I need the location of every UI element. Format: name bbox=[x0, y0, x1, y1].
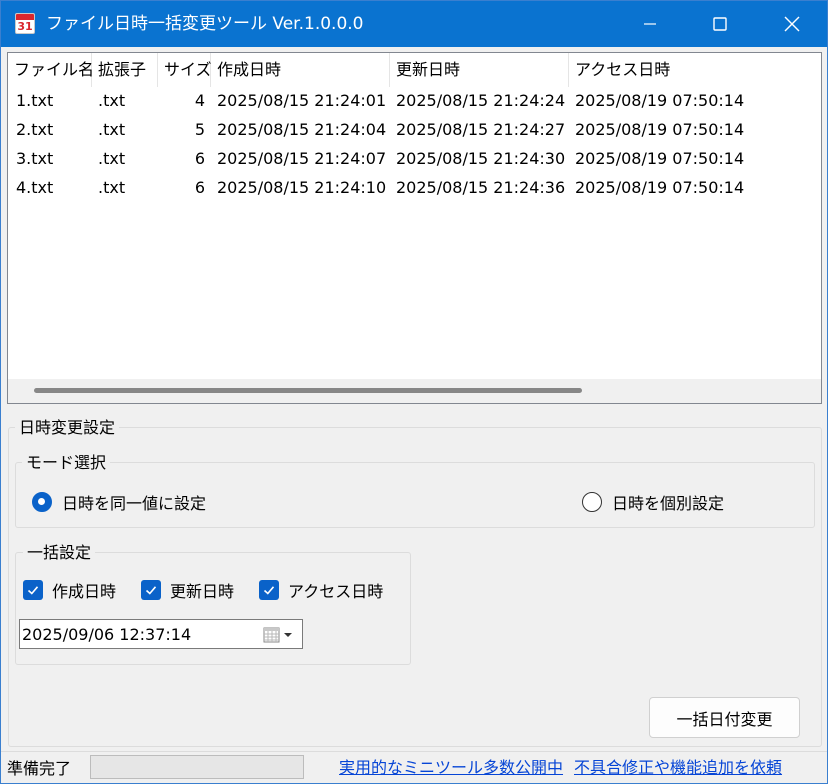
checkbox-created-label: 作成日時 bbox=[52, 582, 117, 601]
cell-accessed: 2025/08/19 07:50:14 bbox=[575, 91, 745, 110]
checkmark-icon bbox=[259, 580, 279, 600]
cell-modified: 2025/08/15 21:24:24 bbox=[396, 91, 566, 110]
table-row[interactable]: 1.txt .txt 4 2025/08/15 21:24:01 2025/08… bbox=[8, 86, 821, 115]
cell-name: 1.txt bbox=[16, 91, 54, 110]
radio-selected-icon bbox=[32, 492, 52, 512]
cell-created: 2025/08/15 21:24:04 bbox=[217, 120, 387, 139]
cell-accessed: 2025/08/19 07:50:14 bbox=[575, 149, 745, 168]
cell-created: 2025/08/15 21:24:10 bbox=[217, 178, 387, 197]
status-text: 準備完了 bbox=[7, 759, 72, 778]
maximize-button[interactable] bbox=[685, 1, 755, 47]
link-mini-tools[interactable]: 実用的なミニツール多数公開中 bbox=[339, 758, 563, 778]
close-button[interactable] bbox=[757, 1, 827, 47]
cell-accessed: 2025/08/19 07:50:14 bbox=[575, 178, 745, 197]
scrollbar-thumb[interactable] bbox=[34, 388, 582, 393]
progress-bar bbox=[90, 755, 304, 779]
datetime-value: 2025/09/06 12:37:14 bbox=[22, 625, 192, 644]
cell-modified: 2025/08/15 21:24:30 bbox=[396, 149, 566, 168]
table-row[interactable]: 4.txt .txt 6 2025/08/15 21:24:10 2025/08… bbox=[8, 173, 821, 202]
table-row[interactable]: 2.txt .txt 5 2025/08/15 21:24:04 2025/08… bbox=[8, 115, 821, 144]
minimize-icon bbox=[644, 23, 656, 25]
checkbox-modified-label: 更新日時 bbox=[170, 582, 235, 601]
radio-individual[interactable]: 日時を個別設定 bbox=[582, 490, 724, 514]
cell-size: 6 bbox=[194, 149, 205, 168]
calendar-grid-icon bbox=[263, 627, 280, 643]
cell-name: 2.txt bbox=[16, 120, 54, 139]
app-window: 31 ファイル日時一括変更ツール Ver.1.0.0.0 ファイル名 拡張子 サ… bbox=[0, 0, 828, 784]
cell-modified: 2025/08/15 21:24:36 bbox=[396, 178, 566, 197]
radio-same-value-label: 日時を同一値に設定 bbox=[62, 494, 207, 513]
mode-group-title: モード選択 bbox=[22, 453, 111, 473]
cell-ext: .txt bbox=[98, 120, 126, 139]
column-header-modified[interactable]: 更新日時 bbox=[390, 53, 569, 87]
checkmark-icon bbox=[23, 580, 43, 600]
datetime-settings-title: 日時変更設定 bbox=[15, 418, 120, 438]
cell-size: 6 bbox=[194, 178, 205, 197]
link-request-fix[interactable]: 不具合修正や機能追加を依頼 bbox=[574, 758, 782, 778]
cell-name: 3.txt bbox=[16, 149, 54, 168]
calendar-icon-number: 31 bbox=[17, 20, 33, 33]
cell-size: 4 bbox=[194, 91, 205, 110]
calendar-icon: 31 bbox=[15, 13, 35, 34]
column-header-ext[interactable]: 拡張子 bbox=[92, 53, 158, 87]
column-header-accessed[interactable]: アクセス日時 bbox=[569, 53, 749, 87]
bulk-change-button[interactable]: 一括日付変更 bbox=[649, 697, 800, 738]
cell-ext: .txt bbox=[98, 178, 126, 197]
cell-name: 4.txt bbox=[16, 178, 54, 197]
window-title: ファイル日時一括変更ツール Ver.1.0.0.0 bbox=[46, 14, 364, 34]
horizontal-scrollbar[interactable] bbox=[8, 379, 821, 403]
cell-modified: 2025/08/15 21:24:27 bbox=[396, 120, 566, 139]
cell-ext: .txt bbox=[98, 149, 126, 168]
cell-created: 2025/08/15 21:24:07 bbox=[217, 149, 387, 168]
checkbox-accessed[interactable]: アクセス日時 bbox=[259, 578, 383, 602]
checkbox-accessed-label: アクセス日時 bbox=[288, 582, 384, 601]
cell-created: 2025/08/15 21:24:01 bbox=[217, 91, 387, 110]
radio-same-value[interactable]: 日時を同一値に設定 bbox=[32, 490, 206, 514]
cell-ext: .txt bbox=[98, 91, 126, 110]
checkmark-icon bbox=[141, 580, 161, 600]
bulk-settings-title: 一括設定 bbox=[23, 543, 96, 563]
maximize-icon bbox=[713, 17, 727, 31]
column-header-name[interactable]: ファイル名 bbox=[8, 53, 94, 87]
checkbox-created[interactable]: 作成日時 bbox=[23, 578, 116, 602]
chevron-down-icon bbox=[284, 633, 292, 637]
column-header-created[interactable]: 作成日時 bbox=[211, 53, 390, 87]
file-list[interactable]: ファイル名 拡張子 サイズ 作成日時 更新日時 アクセス日時 1.txt .tx… bbox=[7, 52, 822, 404]
minimize-button[interactable] bbox=[615, 1, 685, 47]
calendar-dropdown-button[interactable] bbox=[263, 625, 299, 645]
checkbox-modified[interactable]: 更新日時 bbox=[141, 578, 234, 602]
radio-unselected-icon bbox=[582, 492, 602, 512]
cell-accessed: 2025/08/19 07:50:14 bbox=[575, 120, 745, 139]
file-list-header: ファイル名 拡張子 サイズ 作成日時 更新日時 アクセス日時 bbox=[8, 53, 821, 87]
title-bar[interactable]: 31 ファイル日時一括変更ツール Ver.1.0.0.0 bbox=[1, 1, 827, 47]
datetime-picker[interactable]: 2025/09/06 12:37:14 bbox=[19, 619, 303, 649]
cell-size: 5 bbox=[194, 120, 205, 139]
table-row[interactable]: 3.txt .txt 6 2025/08/15 21:24:07 2025/08… bbox=[8, 144, 821, 173]
status-bar-separator bbox=[1, 751, 827, 752]
close-icon bbox=[784, 16, 800, 32]
radio-individual-label: 日時を個別設定 bbox=[612, 494, 725, 513]
column-header-size[interactable]: サイズ bbox=[158, 53, 212, 87]
